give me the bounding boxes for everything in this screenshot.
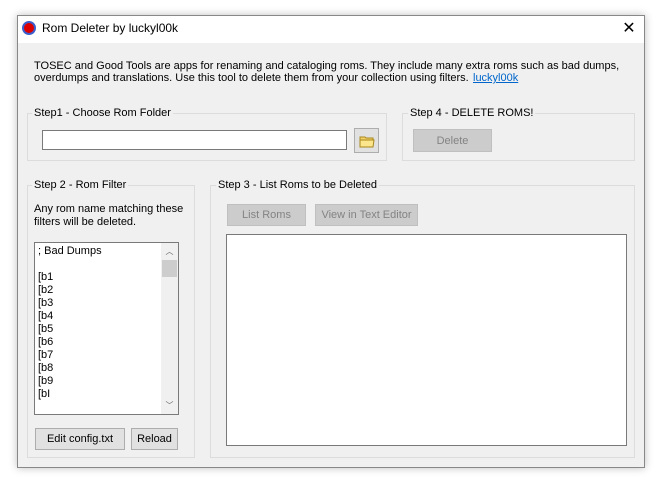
step1-label: Step1 - Choose Rom Folder xyxy=(32,107,173,119)
list-roms-button[interactable]: List Roms xyxy=(227,204,306,226)
filter-scrollbar[interactable]: ︿ ﹀ xyxy=(161,243,178,414)
close-icon[interactable]: ✕ xyxy=(620,18,638,38)
author-link[interactable]: luckyl00k xyxy=(473,72,518,84)
reload-button[interactable]: Reload xyxy=(131,428,178,450)
scroll-up-icon[interactable]: ︿ xyxy=(161,243,178,260)
filter-line: [b3 xyxy=(38,297,54,309)
folder-icon xyxy=(359,136,375,148)
roms-to-delete-list[interactable] xyxy=(226,234,627,446)
description-line-2: overdumps and translations. Use this too… xyxy=(34,72,469,84)
filter-line: [b1 xyxy=(38,271,54,283)
filter-help-line-2: filters will be deleted. xyxy=(34,216,137,228)
browse-folder-button[interactable] xyxy=(354,128,379,153)
filter-line: [b9 xyxy=(38,375,54,387)
delete-button[interactable]: Delete xyxy=(413,129,492,152)
step3-label: Step 3 - List Roms to be Deleted xyxy=(216,179,379,191)
step4-label: Step 4 - DELETE ROMS! xyxy=(408,107,536,119)
scroll-thumb[interactable] xyxy=(162,260,177,277)
filter-line: [b6 xyxy=(38,336,54,348)
filter-line: ; Bad Dumps xyxy=(38,245,102,257)
filter-line: [b5 xyxy=(38,323,54,335)
filter-line: [b7 xyxy=(38,349,54,361)
rom-folder-input[interactable] xyxy=(42,130,347,150)
step2-label: Step 2 - Rom Filter xyxy=(32,179,129,191)
filter-line: [b4 xyxy=(38,310,54,322)
edit-config-button[interactable]: Edit config.txt xyxy=(35,428,125,450)
filter-line: [bI xyxy=(38,388,51,400)
filter-textarea[interactable]: ; Bad Dumps [b1 [b2 [b3 [b4 [b5 [b6 [b7 [b8 [b9 [b… xyxy=(34,242,179,415)
filter-line xyxy=(38,258,163,271)
view-in-text-editor-button[interactable]: View in Text Editor xyxy=(315,204,418,226)
scroll-down-icon[interactable]: ﹀ xyxy=(161,397,178,414)
filter-line: [b8 xyxy=(38,362,54,374)
description-line-1: TOSEC and Good Tools are apps for renami… xyxy=(34,60,620,72)
window-title: Rom Deleter by luckyl00k xyxy=(42,21,179,35)
app-icon xyxy=(22,21,36,35)
filter-line: [b2 xyxy=(38,284,54,296)
filter-help-line-1: Any rom name matching these xyxy=(34,203,184,215)
